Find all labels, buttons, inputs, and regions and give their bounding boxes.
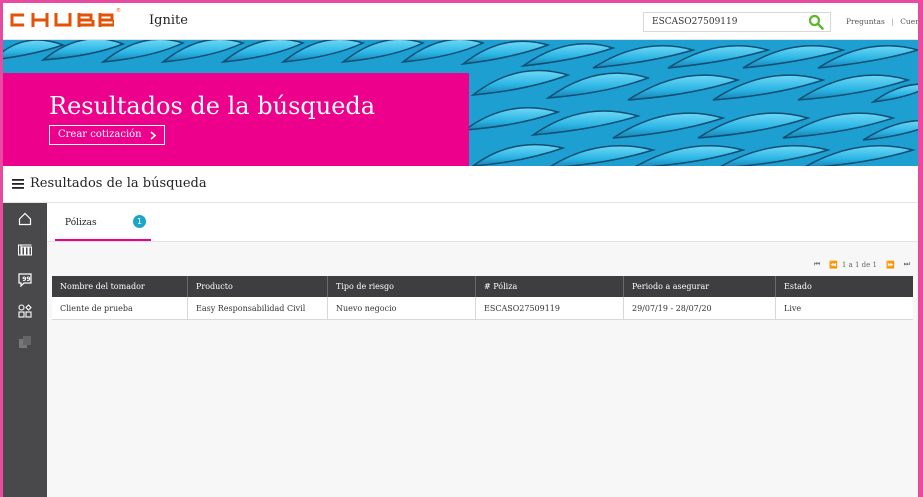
column-header[interactable]: Tipo de riesgo bbox=[327, 276, 476, 297]
documents-icon[interactable] bbox=[14, 331, 36, 353]
cell-risk-type: Nuevo negocio bbox=[327, 297, 476, 320]
table-header-row: Nombre del tomador Producto Tipo de ries… bbox=[52, 276, 913, 297]
link-separator: | bbox=[891, 17, 894, 26]
column-header[interactable]: # Póliza bbox=[475, 276, 624, 297]
shapes-icon[interactable] bbox=[14, 300, 36, 322]
tab-label: Pólizas bbox=[65, 218, 97, 228]
last-page-icon[interactable]: ⏭ bbox=[904, 260, 910, 269]
results-table: Nombre del tomador Producto Tipo de ries… bbox=[52, 276, 913, 320]
cell-product: Easy Responsabilidad Civil bbox=[187, 297, 328, 320]
help-links: Preguntas | Cuenta bbox=[846, 17, 918, 26]
count-badge: 1 bbox=[133, 215, 146, 228]
account-link[interactable]: Cuenta bbox=[900, 17, 918, 26]
chevron-right-icon bbox=[150, 130, 156, 140]
sidebar: 99 bbox=[3, 203, 47, 497]
calculator-icon[interactable] bbox=[14, 239, 36, 261]
hamburger-menu-icon[interactable] bbox=[12, 179, 24, 189]
section-header: Resultados de la búsqueda bbox=[3, 166, 918, 203]
banner-title: Resultados de la búsqueda bbox=[49, 92, 376, 120]
svg-text:99: 99 bbox=[22, 276, 30, 283]
table-row[interactable]: Cliente de prueba Easy Responsabilidad C… bbox=[52, 297, 913, 320]
search-icon[interactable] bbox=[808, 14, 824, 30]
column-header[interactable]: Nombre del tomador bbox=[52, 276, 188, 297]
home-icon[interactable] bbox=[14, 208, 36, 230]
next-page-icon[interactable]: ⏩ bbox=[886, 261, 895, 269]
top-bar: ® Ignite ESCASO27509119 Preguntas | Cuen… bbox=[3, 3, 918, 40]
page-info: 1 a 1 de 1 bbox=[841, 260, 877, 269]
cell-policyholder: Cliente de prueba bbox=[52, 297, 188, 320]
prev-page-icon[interactable]: ⏪ bbox=[829, 261, 838, 269]
chat-quote-icon[interactable]: 99 bbox=[14, 269, 36, 291]
first-page-icon[interactable]: ⏮ bbox=[814, 260, 820, 269]
results-content: Pólizas 1 ⏮ ⏪ 1 a 1 de 1 ⏩ ⏭ Nombre del … bbox=[47, 203, 918, 497]
column-header[interactable]: Producto bbox=[187, 276, 328, 297]
search-value: ESCASO27509119 bbox=[652, 17, 738, 27]
search-input[interactable]: ESCASO27509119 bbox=[643, 12, 831, 32]
pagination: ⏮ ⏪ 1 a 1 de 1 ⏩ ⏭ bbox=[814, 260, 910, 269]
cell-policy-number: ESCASO27509119 bbox=[475, 297, 624, 320]
chubb-logo[interactable] bbox=[10, 12, 114, 28]
hero-banner: Resultados de la búsqueda Crear cotizaci… bbox=[3, 40, 918, 166]
app-frame: ® Ignite ESCASO27509119 Preguntas | Cuen… bbox=[3, 3, 918, 497]
create-quote-label: Crear cotización bbox=[58, 129, 142, 140]
registered-mark: ® bbox=[116, 8, 121, 14]
create-quote-button[interactable]: Crear cotización bbox=[49, 125, 165, 145]
faq-link[interactable]: Preguntas bbox=[846, 17, 885, 26]
tab-polizas[interactable]: Pólizas 1 bbox=[55, 203, 151, 241]
cell-status: Live bbox=[775, 297, 913, 320]
section-title: Resultados de la búsqueda bbox=[30, 176, 207, 191]
column-header[interactable]: Periodo a asegurar bbox=[623, 276, 776, 297]
cell-period: 29/07/19 - 28/07/20 bbox=[623, 297, 776, 320]
app-title: Ignite bbox=[149, 13, 188, 28]
logo-wordmark bbox=[10, 13, 114, 27]
tab-bar: Pólizas 1 bbox=[47, 203, 918, 242]
column-header[interactable]: Estado bbox=[775, 276, 913, 297]
